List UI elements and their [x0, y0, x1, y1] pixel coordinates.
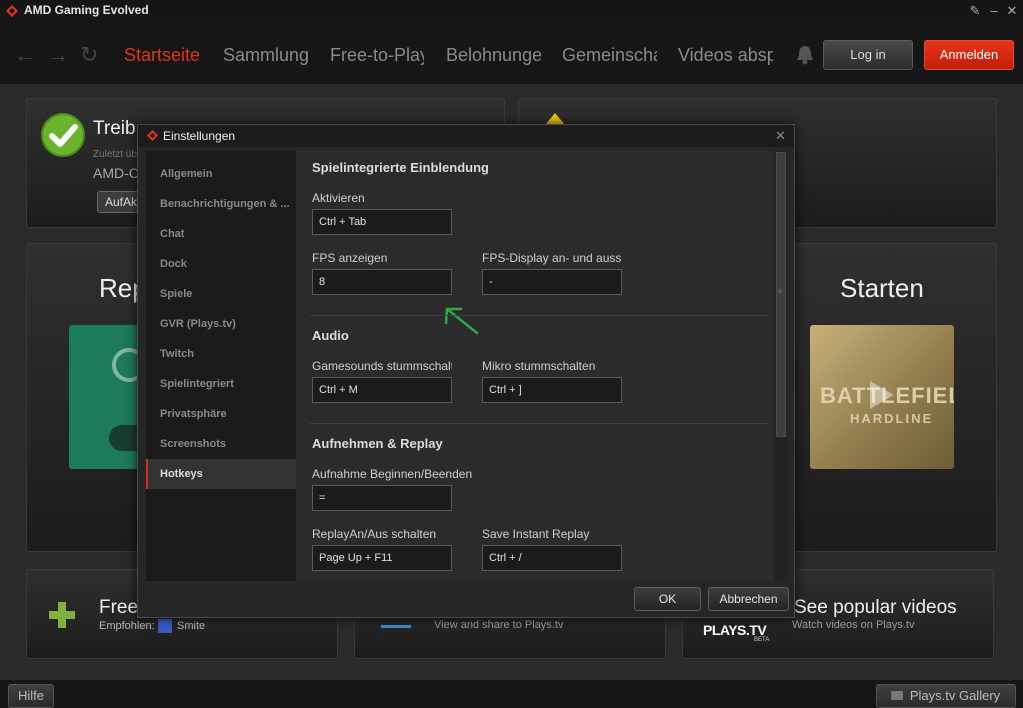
grip-icon: ≡: [778, 287, 783, 296]
instant-replay-label: Save Instant Replay: [482, 527, 590, 541]
section-audio-title: Audio: [312, 328, 349, 343]
nav-startseite[interactable]: Startseite: [124, 45, 200, 66]
sidebar-item-spiele[interactable]: Spiele: [146, 279, 296, 309]
game-thumbnail[interactable]: BATTLEFIELD HARDLINE: [810, 325, 954, 469]
nav-free-to-play[interactable]: Free-to-Play: [330, 45, 424, 66]
minimize-icon[interactable]: –: [987, 3, 1001, 18]
gallery-label: Plays.tv Gallery: [909, 688, 1001, 703]
fps-hotkey-field[interactable]: 8: [312, 269, 452, 295]
driver-device: AMD-C: [93, 165, 139, 181]
annotation-arrow-icon: [444, 307, 479, 335]
sidebar-item-allgemein[interactable]: Allgemein: [146, 159, 296, 189]
divider: [310, 315, 768, 316]
ok-button[interactable]: OK: [634, 587, 701, 611]
title-bar: AMD Gaming Evolved ✎ – ✕: [0, 0, 1023, 22]
content-scrollbar[interactable]: ≡: [775, 151, 787, 581]
start-title: Starten: [840, 273, 924, 303]
settings-dialog: Einstellungen ✕ Allgemein Benachrichtigu…: [137, 124, 795, 618]
gamesound-label: Gamesounds stummschalten: [312, 359, 452, 373]
dialog-close-icon[interactable]: ✕: [775, 128, 786, 144]
replay-toggle-label: ReplayAn/Aus schalten: [312, 527, 437, 541]
signup-button[interactable]: Anmelden: [924, 40, 1014, 70]
cancel-button[interactable]: Abbrechen: [708, 587, 789, 611]
checkmark-icon: [41, 113, 85, 157]
login-button[interactable]: Log in: [823, 40, 913, 70]
nav-videos[interactable]: Videos abspielen: [678, 45, 773, 66]
app-title: AMD Gaming Evolved: [24, 3, 149, 17]
hotkeys-panel: Spielintegrierte Einblendung Aktivieren …: [296, 151, 773, 581]
driver-title: Treib: [93, 118, 136, 139]
fps-display-hotkey-field[interactable]: -: [482, 269, 622, 295]
fps-label: FPS anzeigen: [312, 251, 388, 265]
refresh-icon[interactable]: ↻: [80, 42, 98, 68]
footer: Hilfe Plays.tv Gallery: [0, 680, 1023, 708]
recommended-game[interactable]: Smite: [177, 620, 205, 632]
divider: [310, 423, 768, 424]
replay-toggle-hotkey-field[interactable]: Page Up + F11: [312, 545, 452, 571]
sidebar-item-screenshots[interactable]: Screenshots: [146, 429, 296, 459]
nav-belohnungen[interactable]: Belohnungen: [446, 45, 541, 66]
settings-wrench-icon[interactable]: ✎: [968, 3, 982, 19]
gallery-button[interactable]: Plays.tv Gallery: [876, 684, 1016, 708]
dialog-title: Einstellungen: [163, 129, 236, 143]
plays-tv-beta: BETA: [754, 637, 770, 643]
dialog-header: Einstellungen ✕: [138, 125, 794, 147]
sidebar-item-benachrichtigungen[interactable]: Benachrichtigungen & ...: [146, 189, 296, 219]
gallery-icon: [891, 691, 903, 700]
mic-hotkey-field[interactable]: Ctrl + ]: [482, 377, 622, 403]
bell-icon[interactable]: [795, 44, 815, 66]
smite-icon: [158, 619, 172, 633]
gamepad-icon: [49, 602, 75, 628]
help-button[interactable]: Hilfe: [8, 684, 54, 708]
fps-display-label: FPS-Display an- und ausschalten: [482, 251, 622, 265]
activate-label: Aktivieren: [312, 191, 365, 205]
sidebar-item-hotkeys[interactable]: Hotkeys: [146, 459, 296, 489]
section-record-title: Aufnehmen & Replay: [312, 436, 443, 451]
section-overlay-title: Spielintegrierte Einblendung: [312, 160, 489, 175]
mic-label: Mikro stummschalten: [482, 359, 596, 373]
forward-arrow-icon[interactable]: →: [47, 42, 69, 68]
amd-logo-icon: [147, 130, 158, 141]
plays-tv-logo: PLAYS.TV: [703, 622, 767, 638]
sidebar-item-chat[interactable]: Chat: [146, 219, 296, 249]
sidebar-item-twitch[interactable]: Twitch: [146, 339, 296, 369]
free-title: Free: [99, 597, 139, 618]
nav-sammlung[interactable]: Sammlung: [223, 45, 309, 66]
scrollbar-thumb[interactable]: ≡: [776, 152, 786, 437]
nav-gemeinschaft[interactable]: Gemeinschaft: [562, 45, 657, 66]
instant-replay-hotkey-field[interactable]: Ctrl + /: [482, 545, 622, 571]
activate-hotkey-field[interactable]: Ctrl + Tab: [312, 209, 452, 235]
nav-bar: ← → ↻ Startseite Sammlung Free-to-Play B…: [0, 22, 1023, 84]
share-subtitle: View and share to Plays.tv: [434, 619, 564, 631]
popular-subtitle: Watch videos on Plays.tv: [792, 619, 915, 631]
settings-sidebar: Allgemein Benachrichtigungen & ... Chat …: [146, 151, 296, 581]
popular-title[interactable]: See popular videos: [794, 597, 957, 619]
amd-logo-icon: [6, 5, 18, 17]
sidebar-item-gvr[interactable]: GVR (Plays.tv): [146, 309, 296, 339]
back-arrow-icon[interactable]: ←: [14, 42, 36, 68]
share-icon: [381, 620, 411, 628]
recommended-label: Empfohlen:: [99, 620, 155, 632]
gamesound-hotkey-field[interactable]: Ctrl + M: [312, 377, 452, 403]
record-label: Aufnahme Beginnen/Beenden: [312, 467, 473, 481]
close-icon[interactable]: ✕: [1005, 3, 1019, 19]
play-icon: [870, 381, 894, 409]
sidebar-item-spielintegriert[interactable]: Spielintegriert: [146, 369, 296, 399]
driver-subtitle: Zuletzt üb: [93, 149, 137, 160]
sidebar-item-privatsphaere[interactable]: Privatsphäre: [146, 399, 296, 429]
record-hotkey-field[interactable]: =: [312, 485, 452, 511]
sidebar-item-dock[interactable]: Dock: [146, 249, 296, 279]
